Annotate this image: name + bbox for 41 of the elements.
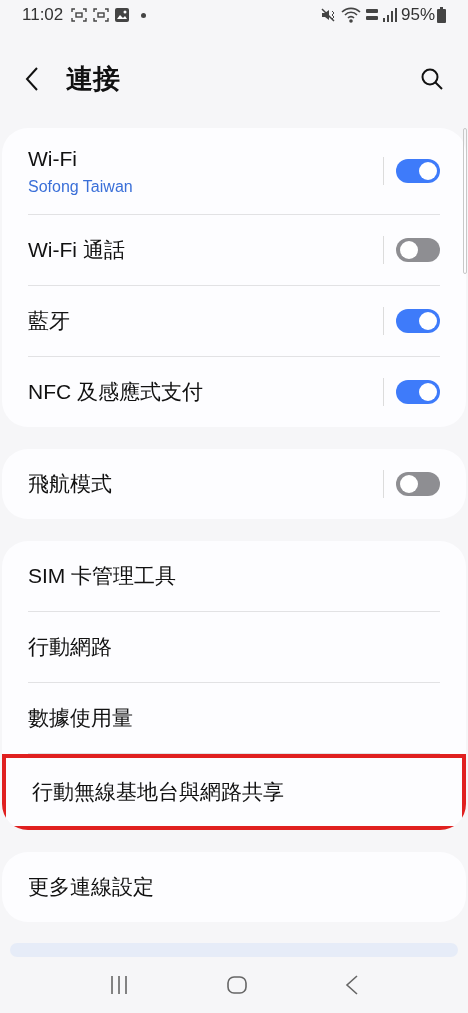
- battery-icon: [437, 7, 446, 23]
- settings-row[interactable]: 數據使用量: [2, 683, 466, 753]
- setting-label: Wi-Fi 通話: [28, 237, 126, 264]
- recent-apps-icon[interactable]: [109, 975, 129, 995]
- mute-icon: [319, 7, 336, 23]
- toggle-switch[interactable]: [396, 472, 440, 496]
- setting-label: 更多連線設定: [28, 874, 155, 901]
- signal-icon: [382, 8, 397, 22]
- setting-label: 飛航模式: [28, 471, 113, 498]
- settings-row[interactable]: 更多連線設定: [2, 852, 466, 922]
- screenshot-icon: [71, 8, 88, 22]
- toggle-switch[interactable]: [396, 380, 440, 404]
- wifi-icon: [340, 7, 361, 23]
- settings-row[interactable]: SIM 卡管理工具: [2, 541, 466, 611]
- screenshot-icon: [93, 8, 110, 22]
- toggle-switch[interactable]: [396, 159, 440, 183]
- settings-row[interactable]: Wi-Fi Sofong Taiwan: [2, 128, 466, 214]
- setting-label: 行動無線基地台與網路共享: [32, 779, 285, 806]
- settings-row[interactable]: Wi-Fi 通話: [2, 215, 466, 285]
- setting-label: 數據使用量: [28, 705, 134, 732]
- settings-row[interactable]: 行動無線基地台與網路共享: [2, 754, 466, 830]
- back-icon[interactable]: [24, 66, 40, 92]
- settings-row[interactable]: 行動網路: [2, 612, 466, 682]
- setting-label: SIM 卡管理工具: [28, 563, 178, 590]
- settings-row[interactable]: 飛航模式: [2, 449, 466, 519]
- page-title: 連接: [66, 62, 120, 96]
- status-time: 11:02: [22, 4, 64, 27]
- toggle-switch[interactable]: [396, 238, 440, 262]
- toggle-switch[interactable]: [396, 309, 440, 333]
- settings-row[interactable]: 藍牙: [2, 286, 466, 356]
- home-icon[interactable]: [227, 975, 247, 995]
- search-icon[interactable]: [420, 67, 444, 91]
- image-icon: [115, 8, 130, 22]
- setting-label: 行動網路: [28, 634, 113, 661]
- setting-label: NFC 及感應式支付: [28, 379, 204, 406]
- settings-row[interactable]: NFC 及感應式支付: [2, 357, 466, 427]
- setting-subtitle: Sofong Taiwan: [28, 176, 134, 197]
- dot-icon: [141, 12, 147, 18]
- setting-label: Wi-Fi: [28, 146, 78, 173]
- setting-label: 藍牙: [28, 308, 71, 335]
- battery-level: 95%: [400, 4, 435, 27]
